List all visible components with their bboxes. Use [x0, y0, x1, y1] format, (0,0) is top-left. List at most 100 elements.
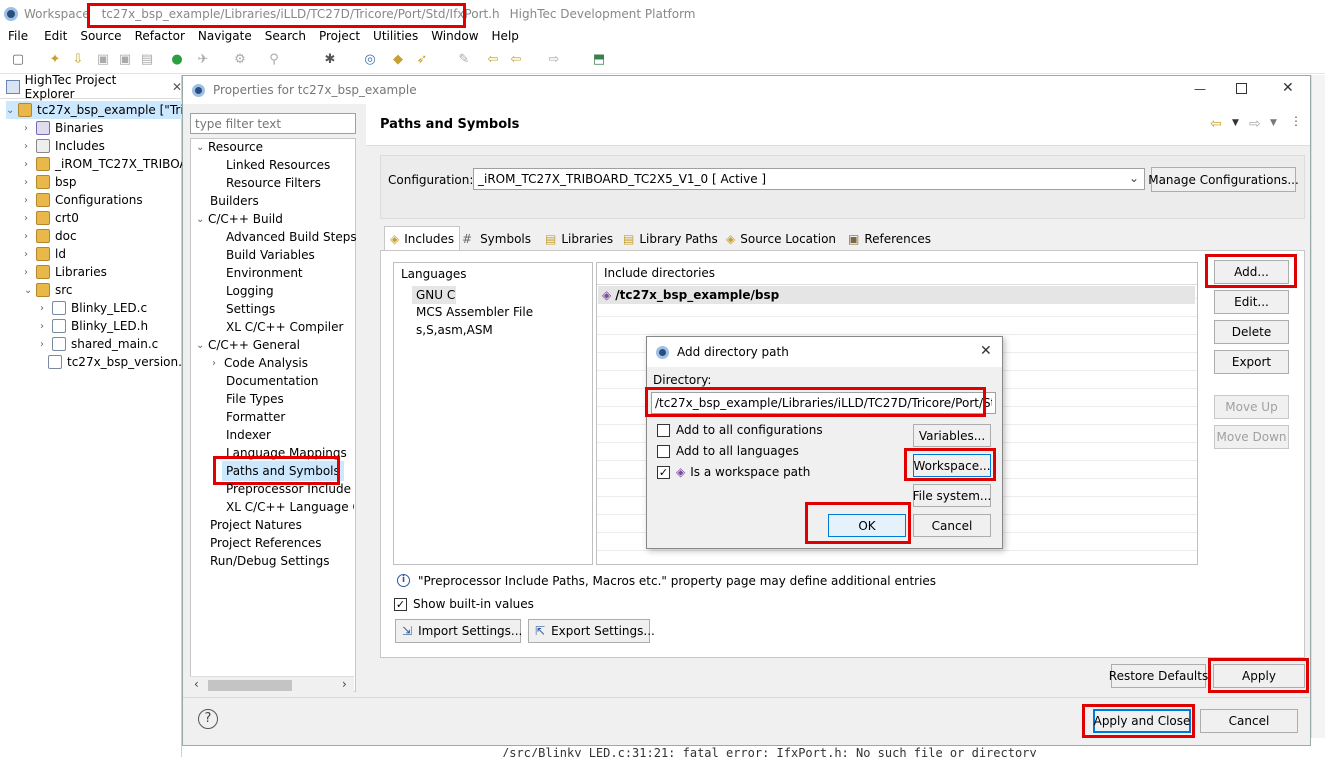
tree-blinky-c[interactable]: › Blinky_LED.c	[40, 299, 147, 317]
manage-configurations-button[interactable]: Manage Configurations...	[1148, 167, 1299, 192]
menu-utilities[interactable]: Utilities	[373, 29, 418, 43]
menu-navigate[interactable]: Navigate	[198, 29, 252, 43]
add-all-configs-checkbox[interactable]: Add to all configurations	[657, 423, 823, 437]
export-button[interactable]: Export	[1214, 350, 1289, 374]
nav-code-analysis[interactable]: › Code Analysis	[212, 354, 308, 372]
nav-language-mappings[interactable]: Language Mappings	[226, 444, 347, 462]
menu-edit[interactable]: Edit	[44, 29, 67, 43]
bug-icon[interactable]: ✱	[322, 52, 338, 68]
minimize-icon[interactable]: —	[1194, 82, 1206, 96]
nav-documentation[interactable]: Documentation	[226, 372, 319, 390]
nav-environment[interactable]: Environment	[226, 264, 303, 282]
nav-preprocessor[interactable]: Preprocessor Include Pa	[226, 480, 354, 498]
tree-libraries[interactable]: › Libraries	[24, 263, 107, 281]
language-item-asm[interactable]: s,S,asm,ASM	[416, 323, 493, 337]
scroll-right-icon[interactable]: ›	[342, 677, 347, 691]
nav-project-references[interactable]: Project References	[210, 534, 322, 552]
menu-refactor[interactable]: Refactor	[135, 29, 185, 43]
nav-linked-resources[interactable]: Linked Resources	[226, 156, 330, 174]
tab-includes[interactable]: ◈ Includes	[384, 226, 460, 251]
delete-button[interactable]: Delete	[1214, 320, 1289, 344]
search-icon[interactable]: ⚲	[266, 52, 282, 68]
save-all-icon[interactable]: ▣	[117, 52, 133, 68]
nav-file-types[interactable]: File Types	[226, 390, 284, 408]
back-history-icon[interactable]: ⇦	[508, 52, 524, 68]
tab-source-location[interactable]: ◈ Source Location	[726, 229, 836, 249]
restore-defaults-button[interactable]: Restore Defaults	[1109, 664, 1208, 688]
tree-includes[interactable]: › Includes	[24, 137, 105, 155]
nav-xl-language-opts[interactable]: XL C/C++ Language Op	[226, 498, 354, 516]
scroll-left-icon[interactable]: ‹	[194, 677, 199, 691]
import-icon[interactable]: ⇩	[70, 52, 86, 68]
tree-ld[interactable]: › ld	[24, 245, 66, 263]
open-type-icon[interactable]: ◆	[390, 52, 406, 68]
nav-paths-and-symbols[interactable]: Paths and Symbols	[222, 461, 344, 481]
run-icon[interactable]: ✈	[195, 52, 211, 68]
nav-resource[interactable]: ⌄ Resource	[196, 138, 263, 156]
nav-builders[interactable]: Builders	[210, 192, 259, 210]
tree-version-txt[interactable]: tc27x_bsp_version.txt	[36, 353, 198, 371]
close-view-icon[interactable]: ✕	[172, 80, 182, 94]
workspace-button[interactable]: Workspace...	[913, 454, 991, 477]
cancel-button[interactable]: Cancel	[1200, 709, 1298, 733]
menu-file[interactable]: File	[8, 29, 28, 43]
nav-run-debug-settings[interactable]: Run/Debug Settings	[210, 552, 330, 570]
menu-search[interactable]: Search	[265, 29, 306, 43]
pen-icon[interactable]: ✎	[456, 52, 472, 68]
import-settings-button[interactable]: ⇲ Import Settings...	[395, 619, 522, 643]
language-item-gnu-c[interactable]: GNU C	[412, 286, 456, 304]
tree-shared-main[interactable]: › shared_main.c	[40, 335, 158, 353]
nav-resource-filters[interactable]: Resource Filters	[226, 174, 321, 192]
edit-button[interactable]: Edit...	[1214, 290, 1289, 314]
back-menu-icon[interactable]: ▼	[1232, 118, 1239, 128]
view-menu-icon[interactable]: ⋮	[1290, 114, 1302, 128]
move-down-button[interactable]: Move Down	[1214, 425, 1289, 449]
workspace-path-checkbox[interactable]: ✓ ◈ Is a workspace path	[657, 465, 810, 479]
apply-button[interactable]: Apply	[1213, 664, 1305, 688]
back-icon[interactable]: ⇦	[485, 52, 501, 68]
maximize-icon[interactable]	[1236, 83, 1247, 94]
config-select[interactable]: _iROM_TC27X_TRIBOARD_TC2X5_V1_0 [ Active…	[473, 168, 1145, 190]
save-icon[interactable]: ▣	[95, 52, 111, 68]
adddir-close-icon[interactable]: ✕	[980, 343, 992, 359]
tree-src[interactable]: ⌄ src	[24, 281, 73, 299]
close-icon[interactable]: ✕	[1282, 80, 1294, 96]
forward-menu-icon[interactable]: ▼	[1270, 118, 1277, 128]
variables-button[interactable]: Variables...	[913, 424, 991, 447]
forward-nav-icon[interactable]: ⇨	[1249, 116, 1261, 132]
debug-icon[interactable]: ●	[169, 52, 185, 68]
tree-binaries[interactable]: › Binaries	[24, 119, 103, 137]
ok-button[interactable]: OK	[828, 514, 906, 537]
tree-irom[interactable]: › _iROM_TC27X_TRIBOAR	[24, 155, 196, 173]
nav-logging[interactable]: Logging	[226, 282, 274, 300]
tree-doc[interactable]: › doc	[24, 227, 77, 245]
back-nav-icon[interactable]: ⇦	[1210, 116, 1222, 132]
forward-icon[interactable]: ⇨	[546, 52, 562, 68]
nav-build-variables[interactable]: Build Variables	[226, 246, 315, 264]
refresh-icon[interactable]: ◎	[362, 52, 378, 68]
print-icon[interactable]: ▤	[139, 52, 155, 68]
tab-libraries[interactable]: ▤ Libraries	[545, 229, 613, 249]
tab-library-paths[interactable]: ▤ Library Paths	[623, 229, 718, 249]
pin-editor-icon[interactable]: ⬒	[591, 52, 607, 68]
build-icon[interactable]: ✦	[47, 52, 63, 68]
nav-hscrollbar[interactable]: ‹ ›	[190, 676, 354, 693]
nav-project-natures[interactable]: Project Natures	[210, 516, 302, 534]
nav-indexer[interactable]: Indexer	[226, 426, 271, 444]
apply-and-close-button[interactable]: Apply and Close	[1093, 709, 1191, 733]
menu-help[interactable]: Help	[492, 29, 519, 43]
nav-advanced-build-steps[interactable]: Advanced Build Steps	[226, 228, 357, 246]
new-icon[interactable]: ▢	[10, 52, 26, 68]
tree-crt0[interactable]: › crt0	[24, 209, 79, 227]
menu-window[interactable]: Window	[431, 29, 478, 43]
tree-blinky-h[interactable]: › Blinky_LED.h	[40, 317, 148, 335]
filter-input[interactable]	[190, 113, 356, 134]
nav-cpp-general[interactable]: ⌄ C/C++ General	[196, 336, 300, 354]
nav-formatter[interactable]: Formatter	[226, 408, 285, 426]
add-all-langs-checkbox[interactable]: Add to all languages	[657, 444, 799, 458]
include-dir-row[interactable]: ◈/tc27x_bsp_example/bsp	[598, 286, 1195, 304]
menu-source[interactable]: Source	[80, 29, 121, 43]
tab-symbols[interactable]: # Symbols	[462, 229, 531, 249]
external-tools-icon[interactable]: ⚙	[232, 52, 248, 68]
tab-references[interactable]: ▣ References	[848, 229, 931, 249]
